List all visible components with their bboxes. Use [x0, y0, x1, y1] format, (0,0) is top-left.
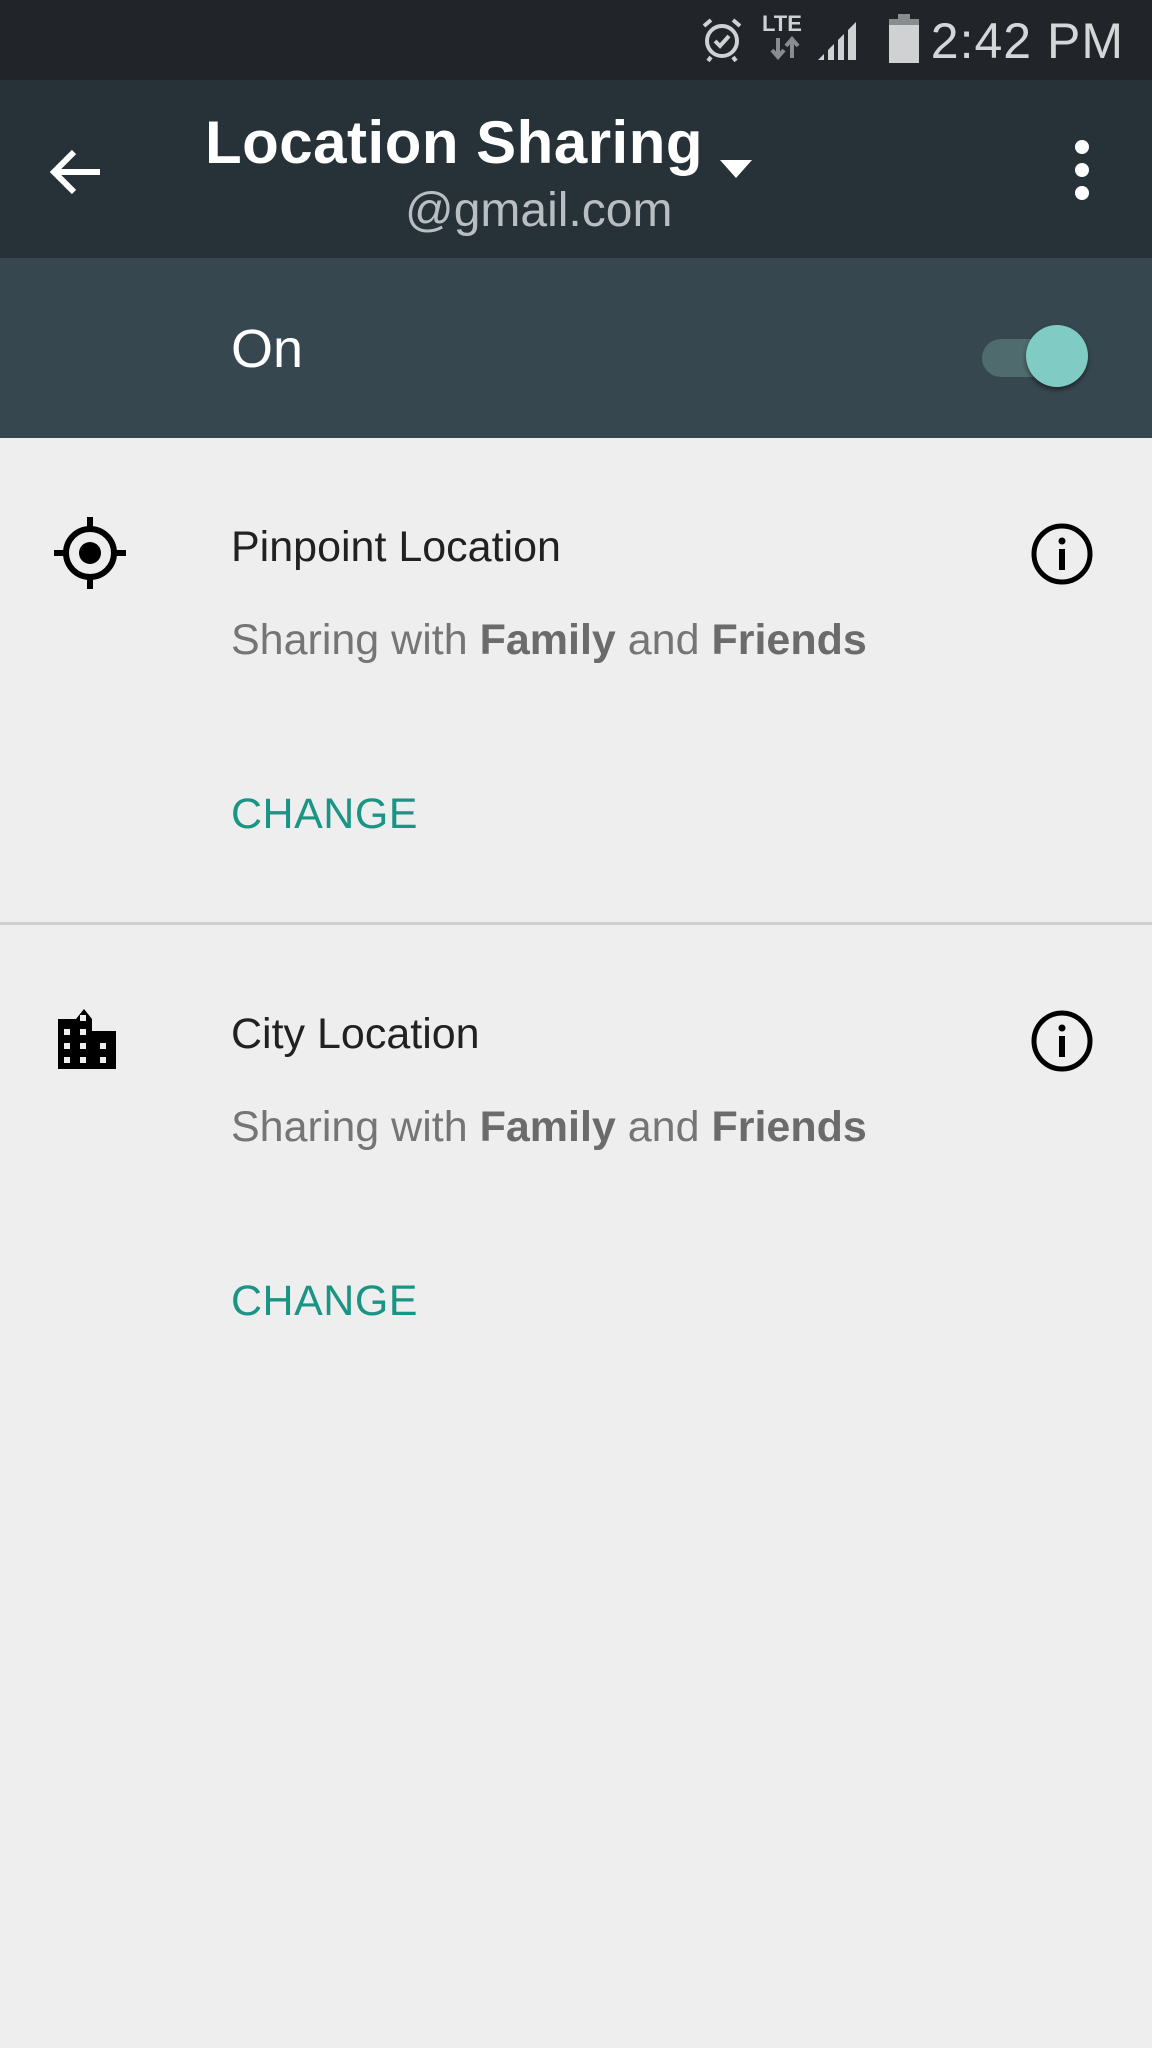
- battery-icon: [889, 14, 919, 63]
- item-subtitle: Sharing with Family and Friends: [231, 1103, 867, 1152]
- subtitle-conjunction: and: [615, 616, 712, 664]
- group-family: Family: [479, 1103, 616, 1151]
- item-title: City Location: [231, 1010, 480, 1058]
- clock: 2:42 PM: [930, 13, 1124, 69]
- list-item-city-location: City Location Sharing with Family and Fr…: [0, 925, 1152, 1409]
- list-item-pinpoint-location: Pinpoint Location Sharing with Family an…: [0, 438, 1152, 922]
- item-subtitle: Sharing with Family and Friends: [231, 616, 867, 665]
- change-button[interactable]: CHANGE: [231, 790, 418, 839]
- alarm-icon: [702, 18, 742, 62]
- arrow-back-icon[interactable]: [46, 142, 106, 202]
- lte-label: LTE: [762, 11, 802, 36]
- more-vert-icon[interactable]: [1062, 140, 1102, 204]
- change-button[interactable]: CHANGE: [231, 1277, 418, 1326]
- lte-icon: LTE: [762, 12, 808, 64]
- item-title: Pinpoint Location: [231, 523, 561, 571]
- arrow-drop-down-icon[interactable]: [720, 160, 752, 178]
- group-friends: Friends: [711, 616, 867, 664]
- master-toggle-row[interactable]: On: [0, 258, 1152, 438]
- city-icon: [58, 1009, 116, 1069]
- status-bar: LTE 2:42 PM: [0, 0, 1152, 80]
- account-email[interactable]: @gmail.com: [405, 183, 672, 238]
- group-family: Family: [479, 616, 616, 664]
- subtitle-conjunction: and: [615, 1103, 712, 1151]
- app-bar: Location Sharing @gmail.com: [0, 80, 1152, 258]
- signal-icon: [818, 22, 856, 60]
- gps-fixed-icon: [54, 517, 126, 589]
- subtitle-prefix: Sharing with: [231, 616, 480, 664]
- info-icon[interactable]: [1030, 522, 1094, 586]
- location-sharing-switch[interactable]: [978, 325, 1088, 387]
- group-friends: Friends: [711, 1103, 867, 1151]
- page-title: Location Sharing: [205, 109, 704, 176]
- info-icon[interactable]: [1030, 1009, 1094, 1073]
- toggle-label: On: [231, 319, 304, 379]
- switch-thumb: [1026, 325, 1088, 387]
- subtitle-prefix: Sharing with: [231, 1103, 480, 1151]
